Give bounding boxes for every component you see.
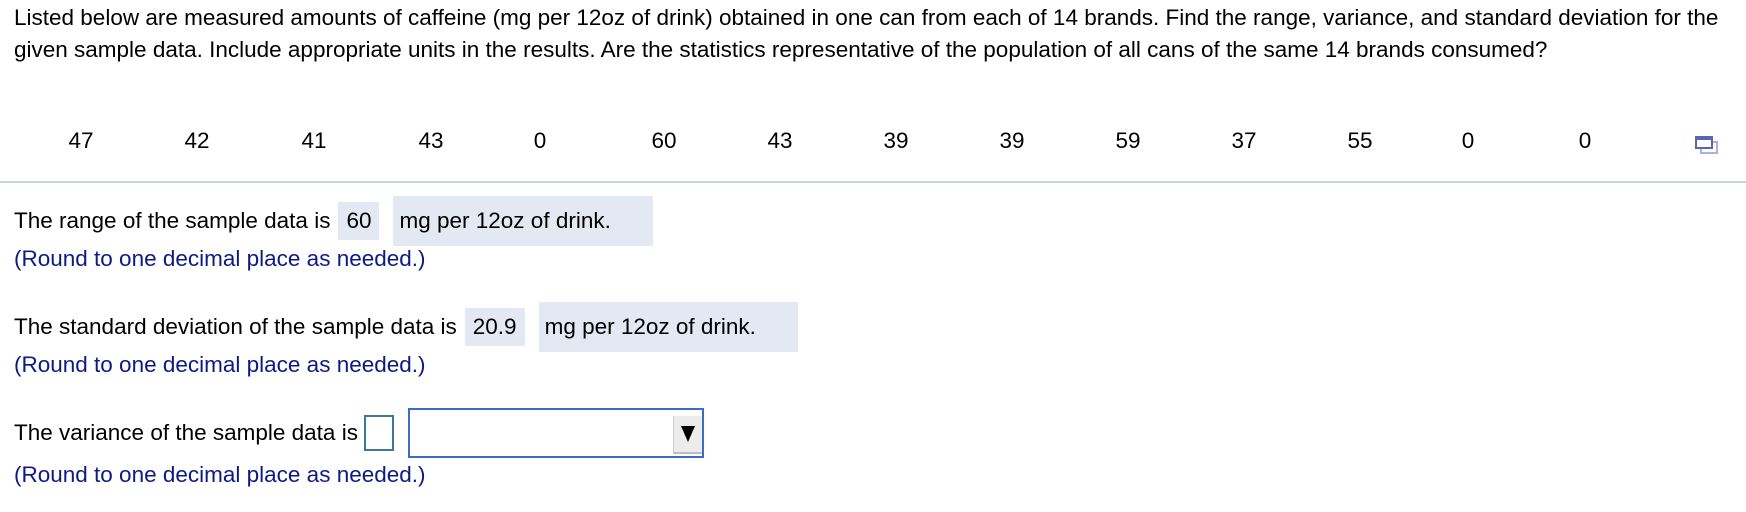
data-value: 0 [1578, 128, 1592, 153]
variance-label: The variance of the sample data is [14, 420, 358, 445]
dropdown-arrow-icon[interactable] [672, 416, 702, 454]
data-value: 37 [1231, 128, 1257, 153]
data-value: 39 [999, 128, 1025, 153]
data-value: 55 [1347, 128, 1373, 153]
variance-input[interactable] [363, 415, 394, 451]
data-value: 47 [68, 128, 94, 153]
data-value: 43 [767, 128, 793, 153]
range-row: The range of the sample data is 60 mg pe… [14, 196, 653, 246]
std-dev-unit[interactable]: mg per 12oz of drink. [538, 302, 798, 352]
data-value: 39 [883, 128, 909, 153]
question-text: Listed below are measured amounts of caf… [14, 5, 1719, 62]
variance-hint: (Round to one decimal place as needed.) [14, 462, 426, 487]
std-dev-answer[interactable]: 20.9 [464, 308, 525, 346]
data-value: 42 [184, 128, 210, 153]
range-unit[interactable]: mg per 12oz of drink. [393, 196, 653, 246]
data-value: 43 [418, 128, 444, 153]
range-hint: (Round to one decimal place as needed.) [14, 246, 426, 271]
data-value: 0 [1461, 128, 1475, 153]
range-answer[interactable]: 60 [338, 202, 380, 240]
data-value: 0 [533, 128, 547, 153]
variance-unit-select[interactable] [407, 408, 704, 458]
std-dev-row: The standard deviation of the sample dat… [14, 302, 798, 352]
data-values-row: 47 42 41 43 0 60 43 39 39 59 37 55 0 0 [0, 128, 1746, 158]
std-dev-label: The standard deviation of the sample dat… [14, 314, 457, 339]
copy-data-icon[interactable] [1694, 134, 1720, 156]
divider [0, 181, 1746, 183]
data-value: 41 [301, 128, 327, 153]
variance-row: The variance of the sample data is [14, 408, 704, 458]
data-value: 59 [1115, 128, 1141, 153]
data-value: 60 [651, 128, 677, 153]
range-label: The range of the sample data is [14, 208, 331, 233]
std-dev-hint: (Round to one decimal place as needed.) [14, 352, 426, 377]
